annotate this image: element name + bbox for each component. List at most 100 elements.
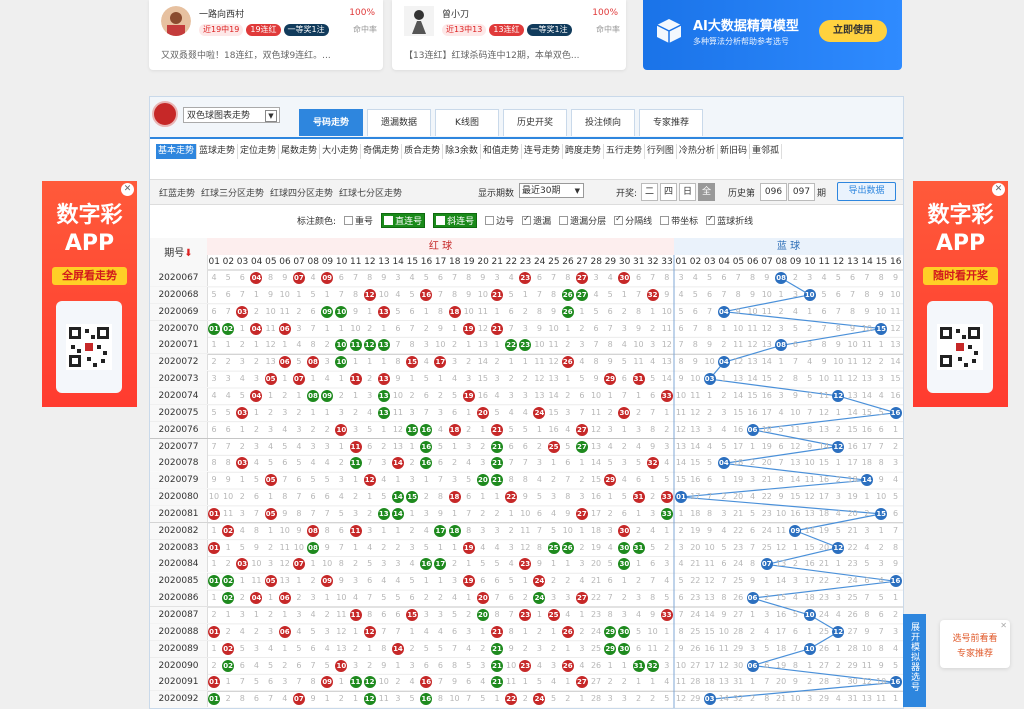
checkbox[interactable] (344, 216, 354, 225)
link-red-7-zone[interactable]: 红球七分区走势 (339, 186, 402, 199)
sub-tab-7[interactable]: 除3余数 (443, 144, 481, 159)
sub-tab-4[interactable]: 大小走势 (320, 144, 362, 159)
sub-tab-5[interactable]: 奇偶走势 (361, 144, 403, 159)
omission-cell: 5 (764, 643, 770, 653)
history-label: 历史第 (728, 189, 756, 199)
checkbox[interactable] (706, 214, 716, 225)
marker-option-1[interactable]: 直连号 (381, 213, 426, 228)
omission-cell: 1 (650, 475, 656, 485)
checkbox[interactable] (485, 216, 495, 225)
omission-cell: 6 (310, 492, 316, 502)
tab-expert[interactable]: 专家推荐 (639, 109, 703, 136)
marker-option-0[interactable]: 重号 (344, 214, 373, 227)
omission-cell: 4 (508, 407, 514, 417)
sub-tab-13[interactable]: 冷热分析 (677, 144, 718, 159)
ai-banner-subtitle: 多种算法分析帮助参考选号 (693, 37, 789, 46)
ai-banner[interactable]: AI大数据精算模型 多种算法分析帮助参考选号 立即使用 (643, 0, 902, 70)
sub-tab-11[interactable]: 五行走势 (604, 144, 645, 159)
checkbox[interactable] (559, 216, 569, 225)
history-to-input[interactable]: 097 (788, 183, 815, 201)
draw-day-sun[interactable]: 日 (679, 183, 696, 201)
sub-tab-10[interactable]: 跨度走势 (563, 144, 604, 159)
checkbox[interactable] (436, 214, 446, 225)
omission-cell: 11 (690, 390, 701, 400)
sub-tab-0[interactable]: 基本走势 (156, 144, 198, 159)
simulator-tab[interactable]: 展开模拟器选号 (903, 614, 926, 707)
expert-desc[interactable]: 又双叒叕中啦！18连红，双色球9连红。... (161, 48, 331, 61)
expert-card-2[interactable]: 曾小刀 近13中13 13连红 一等奖1注 100% 命中率 【13连红】红球杀… (392, 0, 626, 70)
omission-cell: 4 (480, 677, 486, 687)
link-red-blue-trend[interactable]: 红蓝走势 (159, 186, 195, 199)
omission-cell: 1 (381, 525, 387, 535)
sub-tab-9[interactable]: 连号走势 (522, 144, 563, 159)
checkbox[interactable] (614, 214, 624, 225)
draw-day-tue[interactable]: 二 (641, 183, 658, 201)
period-count-select[interactable]: 最近30期 ▼ (519, 183, 584, 198)
marker-option-8[interactable]: 蓝球折线 (706, 214, 753, 227)
sub-tab-1[interactable]: 蓝球走势 (197, 144, 239, 159)
expert-name[interactable]: 一路向西村 (199, 7, 244, 20)
sub-tab-3[interactable]: 尾数走势 (279, 144, 321, 159)
expert-card-1[interactable]: 一路向西村 近19中19 19连红 一等奖1注 100% 命中率 又双叒叕中啦！… (149, 0, 383, 70)
omission-cell: 2 (253, 626, 259, 636)
marker-option-6[interactable]: 分隔线 (614, 214, 652, 227)
omission-cell: 12 (861, 677, 872, 687)
omission-cell: 8 (764, 694, 770, 704)
omission-cell: 12 (804, 492, 815, 502)
sub-tab-8[interactable]: 和值走势 (481, 144, 522, 159)
close-icon[interactable]: ✕ (1000, 621, 1007, 630)
draw-day-thu[interactable]: 四 (660, 183, 677, 201)
tab-bet-tendency[interactable]: 投注倾向 (571, 109, 635, 136)
omission-cell: 5 (296, 458, 302, 468)
omission-cell: 5 (409, 289, 415, 299)
marker-option-3[interactable]: 边号 (485, 214, 514, 227)
omission-cell: 1 (807, 306, 813, 316)
sub-tab-2[interactable]: 定位走势 (238, 144, 280, 159)
side-ad-right[interactable]: ✕ 数字彩 APP 随时看开奖 (913, 181, 1008, 407)
expert-name[interactable]: 曾小刀 (442, 7, 469, 20)
use-now-button[interactable]: 立即使用 (819, 20, 887, 42)
sub-tab-14[interactable]: 新旧码 (718, 144, 750, 159)
omission-cell: 6 (225, 424, 231, 434)
omission-cell: 8 (452, 660, 458, 670)
marker-option-4[interactable]: 遗漏 (522, 214, 551, 227)
checkbox[interactable] (660, 216, 670, 225)
link-red-4-zone[interactable]: 红球四分区走势 (270, 186, 333, 199)
tab-history[interactable]: 历史开奖 (503, 109, 567, 136)
omission-cell: 1 (835, 559, 841, 569)
draw-day-all[interactable]: 全 (698, 183, 715, 201)
checkbox[interactable] (384, 214, 394, 225)
marker-option-label: 斜连号 (447, 217, 475, 227)
omission-cell: 4 (310, 458, 316, 468)
close-icon[interactable]: ✕ (992, 183, 1005, 196)
options-row: 红蓝走势 红球三分区走势 红球四分区走势 红球七分区走势 显示期数 最近30期 … (150, 179, 903, 205)
marker-option-2[interactable]: 斜连号 (433, 213, 478, 228)
checkbox[interactable] (522, 214, 532, 225)
tab-number-trend[interactable]: 号码走势 (299, 109, 363, 136)
expert-desc[interactable]: 【13连红】红球杀码连中12期，本单双色... (404, 48, 580, 61)
export-data-button[interactable]: 导出数据 (837, 182, 896, 201)
omission-cell: 2 (253, 357, 259, 367)
omission-cell: 9 (480, 273, 486, 282)
sub-tab-6[interactable]: 质合走势 (402, 144, 444, 159)
close-icon[interactable]: ✕ (121, 183, 134, 196)
tab-k-line[interactable]: K线图 (435, 109, 499, 136)
link-red-3-zone[interactable]: 红球三分区走势 (201, 186, 264, 199)
blue-ball: 16 (889, 575, 902, 588)
omission-cell: 12 (776, 542, 787, 552)
red-ball: 22 (505, 693, 518, 706)
marker-option-5[interactable]: 遗漏分层 (559, 214, 606, 227)
marker-option-7[interactable]: 带坐标 (660, 214, 698, 227)
sub-tab-12[interactable]: 行列图 (645, 144, 677, 159)
red-ball: 21 (491, 642, 503, 655)
omission-cell: 2 (211, 357, 217, 367)
expert-tip[interactable]: ✕ 选号前看看 专家推荐 (940, 620, 1010, 668)
sub-tab-15[interactable]: 重邻孤 (750, 144, 782, 159)
omission-cell: 9 (551, 306, 557, 316)
omission-cell: 3 (565, 407, 571, 417)
lottery-type-select[interactable]: 双色球图表走势 ▼ (183, 107, 280, 123)
history-from-input[interactable]: 096 (760, 183, 787, 201)
omission-cell: 1 (352, 357, 359, 367)
side-ad-left[interactable]: ✕ 数字彩 APP 全屏看走势 (42, 181, 137, 407)
tab-omission-data[interactable]: 遗漏数据 (367, 109, 431, 136)
